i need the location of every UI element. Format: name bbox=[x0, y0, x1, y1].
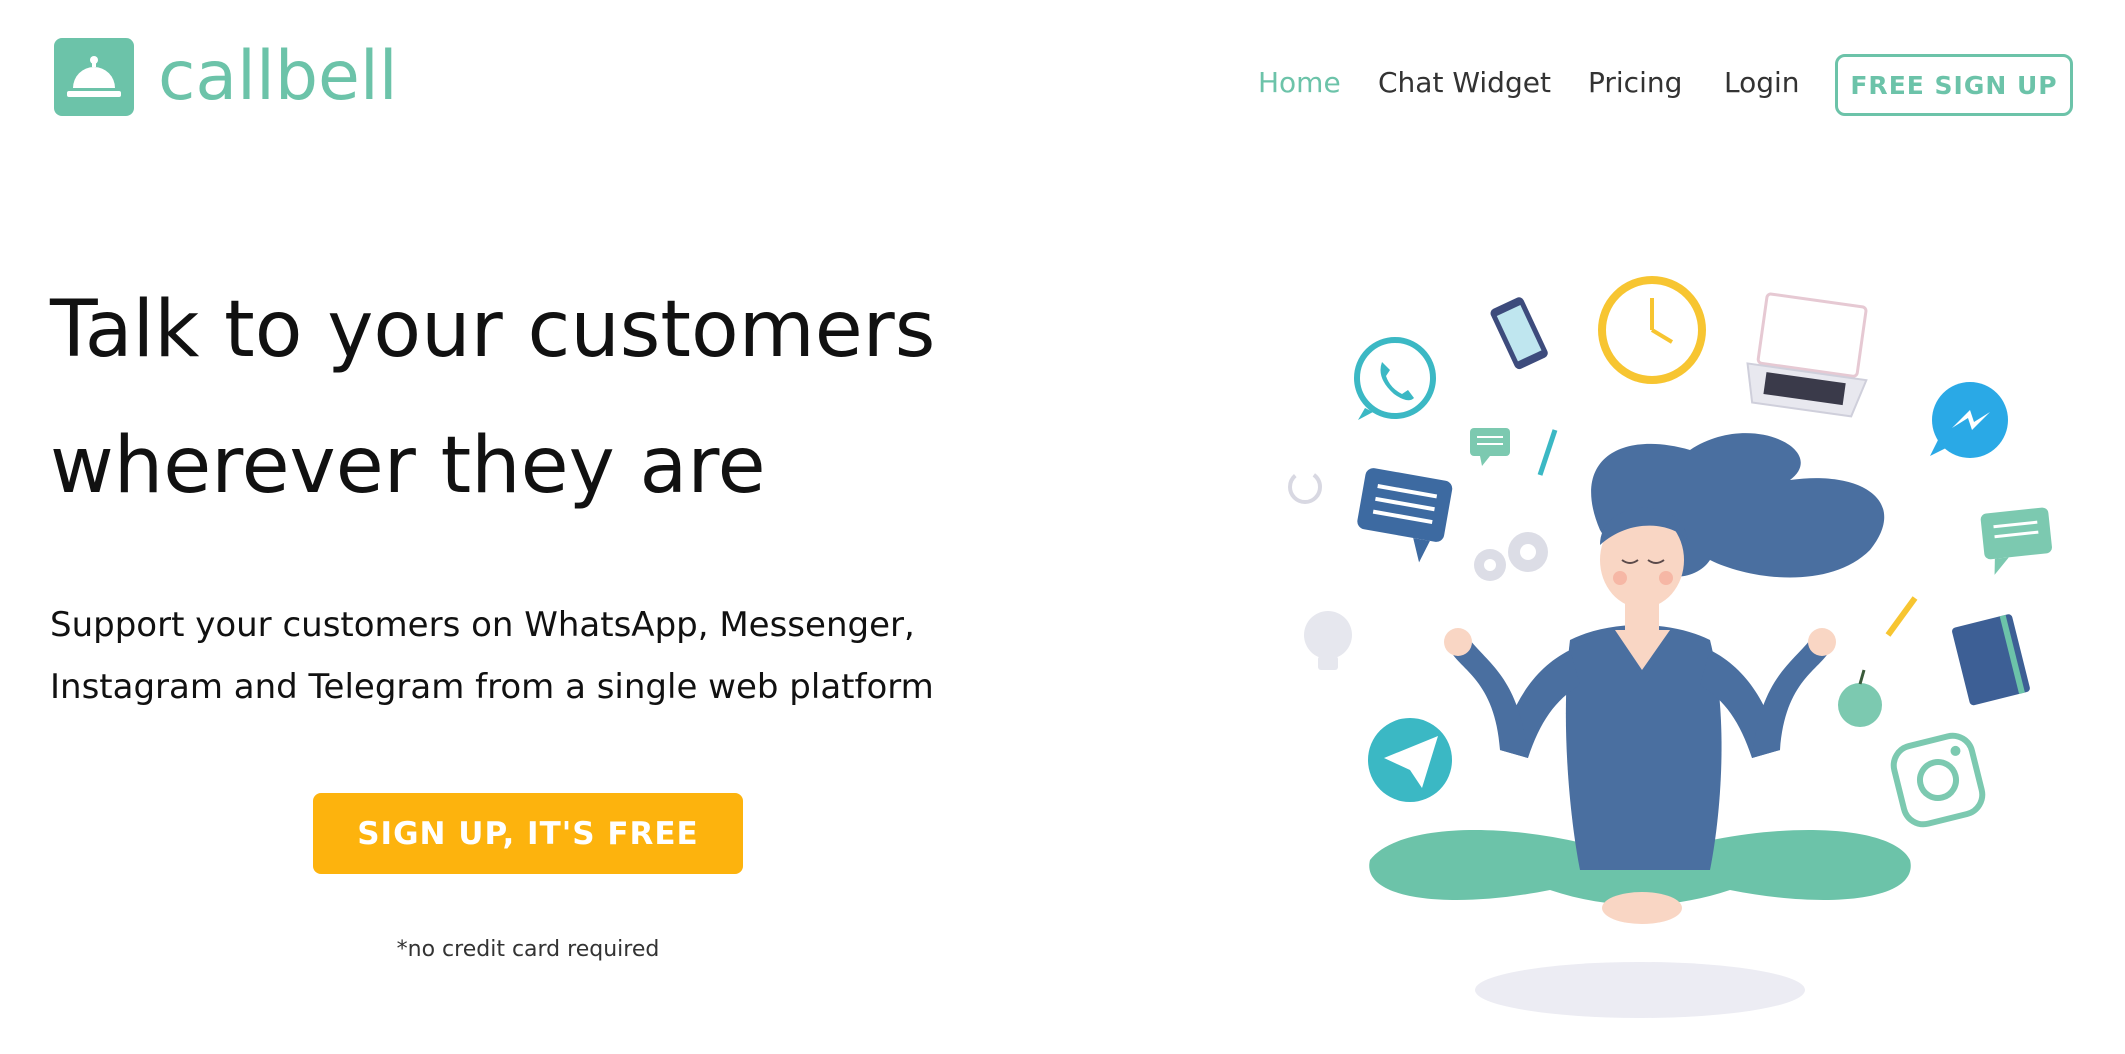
gear-icon bbox=[1474, 532, 1548, 581]
whatsapp-icon bbox=[1354, 337, 1436, 420]
meditating-woman bbox=[1369, 433, 1911, 924]
subheading-line-1: Support your customers on WhatsApp, Mess… bbox=[50, 605, 915, 645]
signup-free-button[interactable]: SIGN UP, IT'S FREE bbox=[313, 793, 743, 874]
subheading-line-2: Instagram and Telegram from a single web… bbox=[50, 667, 934, 707]
messenger-icon bbox=[1930, 382, 2008, 458]
hero-headline: Talk to your customers wherever they are bbox=[50, 262, 1150, 534]
free-signup-button[interactable]: FREE SIGN UP bbox=[1835, 54, 2073, 116]
chat-bubble-icon bbox=[1470, 428, 1510, 466]
apple-icon bbox=[1838, 669, 1882, 727]
nav-home[interactable]: Home bbox=[1258, 66, 1341, 99]
laptop-icon bbox=[1746, 292, 1868, 418]
pencil-icon bbox=[1885, 596, 1918, 637]
service-bell-icon bbox=[54, 38, 134, 116]
pencil-icon bbox=[1537, 429, 1558, 476]
notebook-icon bbox=[1952, 614, 2030, 706]
instagram-icon bbox=[1890, 732, 1986, 828]
headline-line-1: Talk to your customers bbox=[50, 285, 936, 375]
hero-subheading: Support your customers on WhatsApp, Mess… bbox=[50, 594, 1150, 718]
lightbulb-icon bbox=[1304, 611, 1352, 670]
telegram-icon bbox=[1368, 718, 1452, 802]
phone-icon bbox=[1490, 297, 1548, 370]
chat-bubble-icon bbox=[1980, 507, 2052, 575]
chat-bubble-icon bbox=[1357, 468, 1453, 563]
brand-name: callbell bbox=[158, 37, 398, 116]
loader-icon bbox=[1288, 470, 1322, 504]
floor-shadow bbox=[1475, 962, 1805, 1018]
headline-line-2: wherever they are bbox=[50, 421, 766, 511]
hero-illustration bbox=[1270, 260, 2070, 1050]
nav-pricing[interactable]: Pricing bbox=[1588, 66, 1682, 99]
callbell-logo[interactable]: callbell bbox=[54, 38, 398, 116]
clock-icon bbox=[1598, 276, 1706, 384]
no-credit-card-note: *no credit card required bbox=[396, 937, 660, 962]
nav-chat-widget[interactable]: Chat Widget bbox=[1378, 66, 1551, 99]
nav-login[interactable]: Login bbox=[1724, 66, 1800, 99]
